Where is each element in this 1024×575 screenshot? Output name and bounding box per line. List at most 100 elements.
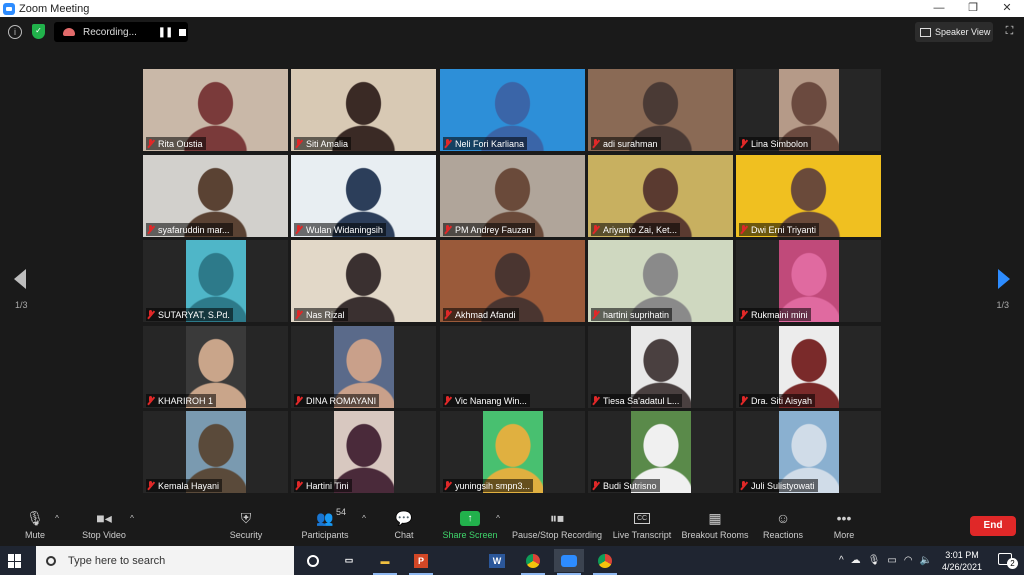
fullscreen-icon[interactable]: ⛶ <box>1003 25 1016 38</box>
participant-tile[interactable]: hartini suprihatin <box>588 240 733 322</box>
zoom-icon[interactable] <box>554 549 584 575</box>
participant-tile[interactable]: Nas Rizal <box>291 240 436 322</box>
chat-button[interactable]: 💬 Chat <box>369 508 439 541</box>
task-view-icon[interactable]: ▭ <box>334 549 364 572</box>
muted-mic-icon <box>295 481 302 490</box>
stop-recording-icon[interactable] <box>179 28 186 36</box>
muted-mic-icon <box>592 481 599 490</box>
volume-icon[interactable]: 🔈 <box>920 555 932 566</box>
participant-tile[interactable]: Juli Sulistyowati <box>736 411 881 493</box>
participant-tile[interactable]: Tiesa Sa'adatul L... <box>588 326 733 408</box>
pause-stop-icon: ⏸⏹ <box>550 509 564 526</box>
participant-tile[interactable]: Lina Simbolon <box>736 69 881 151</box>
participant-name-tag: DINA ROMAYANI <box>294 394 380 407</box>
participants-count: 54 <box>336 507 347 517</box>
chrome-icon[interactable] <box>590 549 620 575</box>
participant-name: SUTARYAT, S.Pd. <box>158 309 230 320</box>
participant-tile[interactable]: Akhmad Afandi <box>440 240 585 322</box>
participant-name: syafaruddin mar... <box>158 224 230 235</box>
participant-tile[interactable]: Rukmaini mini <box>736 240 881 322</box>
minimize-button[interactable]: — <box>922 0 956 17</box>
muted-mic-icon <box>444 481 451 490</box>
participant-name: Vic Nanang Win... <box>455 395 527 406</box>
taskbar-search-box[interactable]: Type here to search <box>36 546 294 575</box>
wifi-icon[interactable]: ◠ <box>904 555 913 566</box>
breakout-rooms-button[interactable]: ▦ Breakout Rooms <box>680 508 750 541</box>
pause-recording-icon[interactable]: ❚❚ <box>155 27 175 38</box>
muted-mic-icon <box>444 139 451 148</box>
participant-tile[interactable]: Dra. Siti Aisyah <box>736 326 881 408</box>
participant-name-tag: Nas Rizal <box>294 308 348 321</box>
previous-page-arrow-icon[interactable] <box>14 269 26 289</box>
close-button[interactable]: ✕ <box>990 0 1024 17</box>
muted-mic-icon <box>592 310 599 319</box>
chrome-icon[interactable] <box>518 549 548 575</box>
participant-tile[interactable]: SUTARYAT, S.Pd. <box>143 240 288 322</box>
system-tray: ^ ☁ 🎙 ▭ ◠ 🔈 <box>839 546 932 575</box>
participant-tile[interactable]: Wulan Widaningsih <box>291 155 436 237</box>
participant-tile[interactable]: Budi Sutrisno <box>588 411 733 493</box>
window-title: Zoom Meeting <box>19 2 90 15</box>
info-icon[interactable]: i <box>8 25 22 39</box>
participant-name-tag: Juli Sulistyowati <box>739 479 818 492</box>
word-icon[interactable]: W <box>482 549 512 572</box>
participant-name: Juli Sulistyowati <box>751 480 815 491</box>
participant-tile[interactable]: PM Andrey Fauzan <box>440 155 585 237</box>
muted-mic-icon <box>592 139 599 148</box>
reactions-button[interactable]: ☺ Reactions <box>748 508 818 540</box>
end-meeting-button[interactable]: End <box>970 516 1016 536</box>
participant-name-tag: syafaruddin mar... <box>146 223 233 236</box>
participant-tile[interactable]: Hartini Tini <box>291 411 436 493</box>
security-button[interactable]: ⛨ Security <box>211 508 281 541</box>
participant-tile[interactable]: syafaruddin mar... <box>143 155 288 237</box>
participant-tile[interactable]: adi surahman <box>588 69 733 151</box>
participant-tile[interactable]: Dwi Erni Triyanti <box>736 155 881 237</box>
more-button[interactable]: ••• More <box>809 508 879 540</box>
pause-stop-recording-label: Pause/Stop Recording <box>511 530 603 540</box>
pause-stop-recording-button[interactable]: ⏸⏹ Pause/Stop Recording <box>511 508 603 541</box>
participant-name: Siti Amalia <box>306 138 349 149</box>
video-options-caret[interactable]: ^ <box>125 508 139 528</box>
cloud-icon[interactable]: ☁ <box>851 555 861 566</box>
powerpoint-icon[interactable]: P <box>406 549 436 575</box>
muted-mic-icon <box>444 310 451 319</box>
participant-tile[interactable]: Siti Amalia <box>291 69 436 151</box>
chevron-up-icon[interactable]: ^ <box>839 555 844 566</box>
page-indicator-left: 1/3 <box>15 300 28 310</box>
windows-start-icon[interactable] <box>8 554 22 568</box>
maximize-button[interactable]: ❐ <box>956 0 990 17</box>
file-explorer-icon[interactable]: ▬ <box>370 549 400 575</box>
next-page-arrow-icon[interactable] <box>998 269 1010 289</box>
taskbar-clock[interactable]: 3:01 PM 4/26/2021 <box>942 549 982 573</box>
encryption-shield-icon[interactable]: ✓ <box>32 24 45 39</box>
participant-tile[interactable]: Neli Fori Karliana <box>440 69 585 151</box>
smiley-icon: ☺ <box>775 510 791 526</box>
stop-video-label: Stop Video <box>82 530 126 540</box>
participant-tile[interactable]: Kemala Hayani <box>143 411 288 493</box>
participant-tile[interactable]: KHARIROH 1 <box>143 326 288 408</box>
participant-name: Budi Sutrisno <box>603 480 657 491</box>
breakout-rooms-label: Breakout Rooms <box>681 530 749 540</box>
chevron-up-icon: ^ <box>362 513 366 523</box>
participant-name-tag: Neli Fori Karliana <box>443 137 528 150</box>
network-icon[interactable]: ▭ <box>887 555 896 566</box>
participant-name: DINA ROMAYANI <box>306 395 377 406</box>
participants-button[interactable]: 👥 Participants 54 <box>290 507 360 540</box>
share-options-caret[interactable]: ^ <box>491 508 505 528</box>
participant-tile[interactable]: yuningsih smpn3... <box>440 411 585 493</box>
participant-name: hartini suprihatin <box>603 309 670 320</box>
meeting-top-bar: i ✓ Recording... ❚❚ Speaker View ⛶ <box>0 17 1024 47</box>
participant-name: Ariyanto Zai, Ket... <box>603 224 678 235</box>
microphone-icon[interactable]: 🎙 <box>868 555 881 566</box>
audio-options-caret[interactable]: ^ <box>50 508 64 528</box>
participant-name: adi surahman <box>603 138 658 149</box>
cortana-icon[interactable] <box>298 549 328 572</box>
search-placeholder: Type here to search <box>68 554 166 567</box>
participant-name-tag: Tiesa Sa'adatul L... <box>591 394 683 407</box>
participant-tile[interactable]: Ariyanto Zai, Ket... <box>588 155 733 237</box>
speaker-view-button[interactable]: Speaker View <box>915 22 993 42</box>
live-transcript-button[interactable]: CC Live Transcript <box>607 508 677 540</box>
participant-tile[interactable]: Rita Oustia <box>143 69 288 151</box>
participant-tile[interactable]: Vic Nanang Win... <box>440 326 585 408</box>
participant-tile[interactable]: DINA ROMAYANI <box>291 326 436 408</box>
